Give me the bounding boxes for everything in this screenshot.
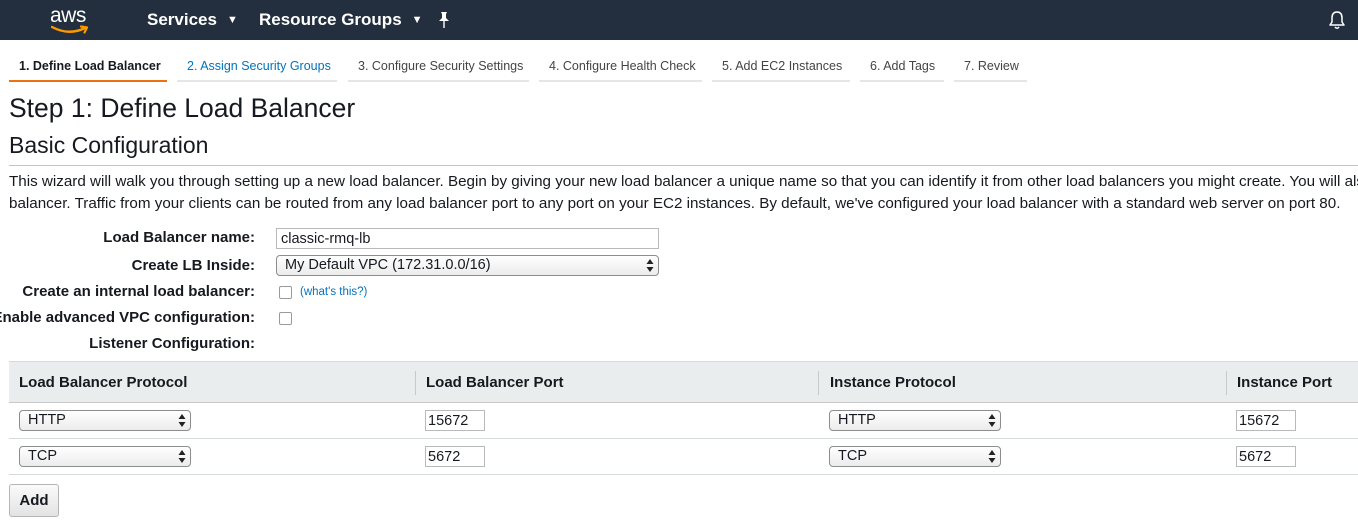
- section-divider: [9, 165, 1358, 166]
- chevron-down-icon: ▼: [411, 14, 423, 26]
- column-instance-protocol: Instance Protocol: [830, 374, 956, 391]
- listener-table-header: Load Balancer Protocol Load Balancer Por…: [9, 361, 1358, 403]
- advanced-vpc-checkbox[interactable]: [279, 312, 292, 325]
- listener-row: TCP TCP: [9, 439, 1358, 475]
- instance-protocol-select[interactable]: TCP: [829, 446, 1001, 467]
- resource-groups-menu[interactable]: Resource Groups ▼: [259, 0, 423, 40]
- instance-port-input[interactable]: [1236, 446, 1296, 467]
- tab-assign-security-groups[interactable]: 2. Assign Security Groups: [177, 50, 337, 82]
- description-line-1: This wizard will walk you through settin…: [9, 173, 1358, 190]
- lb-protocol-select[interactable]: TCP: [19, 446, 191, 467]
- instance-protocol-value: TCP: [838, 448, 867, 464]
- create-lb-inside-label: Create LB Inside:: [131, 257, 255, 274]
- column-divider: [1226, 371, 1227, 395]
- add-listener-button[interactable]: Add: [9, 484, 59, 517]
- instance-protocol-select[interactable]: HTTP: [829, 410, 1001, 431]
- lb-port-input[interactable]: [425, 410, 485, 431]
- tab-review[interactable]: 7. Review: [954, 50, 1027, 82]
- description-line-2: balancer. Traffic from your clients can …: [9, 195, 1341, 212]
- tab-define-load-balancer[interactable]: 1. Define Load Balancer: [9, 50, 167, 82]
- page-title: Step 1: Define Load Balancer: [9, 93, 356, 123]
- instance-port-input[interactable]: [1236, 410, 1296, 431]
- section-title: Basic Configuration: [9, 132, 209, 158]
- aws-smile-icon: [51, 25, 89, 34]
- resource-groups-label: Resource Groups: [259, 10, 402, 29]
- listener-configuration-label: Listener Configuration:: [89, 335, 255, 352]
- wizard-description: This wizard will walk you through settin…: [9, 171, 1358, 217]
- lb-port-input[interactable]: [425, 446, 485, 467]
- vpc-select[interactable]: My Default VPC (172.31.0.0/16): [276, 255, 659, 276]
- chevron-down-icon: ▼: [226, 14, 238, 26]
- pin-icon[interactable]: [436, 11, 452, 29]
- internal-load-balancer-label: Create an internal load balancer:: [22, 283, 255, 300]
- updown-arrows-icon: [646, 259, 654, 272]
- tab-configure-security-settings[interactable]: 3. Configure Security Settings: [348, 50, 529, 82]
- aws-logo[interactable]: aws: [50, 4, 94, 36]
- bell-icon[interactable]: [1328, 10, 1346, 30]
- updown-arrows-icon: [988, 414, 996, 427]
- tab-add-ec2-instances[interactable]: 5. Add EC2 Instances: [712, 50, 850, 82]
- internal-load-balancer-checkbox[interactable]: [279, 286, 292, 299]
- services-menu[interactable]: Services ▼: [147, 0, 238, 40]
- updown-arrows-icon: [988, 450, 996, 463]
- tab-add-tags[interactable]: 6. Add Tags: [860, 50, 944, 82]
- column-lb-protocol: Load Balancer Protocol: [19, 374, 188, 391]
- column-instance-port: Instance Port: [1237, 374, 1333, 391]
- load-balancer-name-label: Load Balancer name:: [103, 229, 255, 246]
- load-balancer-name-input[interactable]: [276, 228, 659, 249]
- updown-arrows-icon: [178, 414, 186, 427]
- instance-protocol-value: HTTP: [838, 412, 876, 428]
- column-divider: [415, 371, 416, 395]
- vpc-select-value: My Default VPC (172.31.0.0/16): [285, 257, 491, 273]
- lb-protocol-select[interactable]: HTTP: [19, 410, 191, 431]
- whats-this-link[interactable]: (what's this?): [300, 286, 367, 298]
- column-divider: [818, 371, 819, 395]
- listener-row: HTTP HTTP: [9, 403, 1358, 439]
- tab-configure-health-check[interactable]: 4. Configure Health Check: [539, 50, 702, 82]
- services-label: Services: [147, 10, 217, 29]
- lb-protocol-value: HTTP: [28, 412, 66, 428]
- column-lb-port: Load Balancer Port: [426, 374, 564, 391]
- advanced-vpc-label: Enable advanced VPC configuration:: [0, 309, 255, 326]
- updown-arrows-icon: [178, 450, 186, 463]
- top-navigation-bar: aws Services ▼ Resource Groups ▼: [0, 0, 1358, 40]
- lb-protocol-value: TCP: [28, 448, 57, 464]
